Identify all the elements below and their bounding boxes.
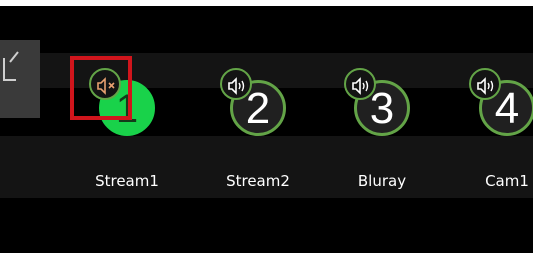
- audio-toggle-button[interactable]: [220, 68, 252, 100]
- source-tile-stream2[interactable]: 2 Stream2: [198, 54, 318, 194]
- top-edge-bar: [0, 0, 533, 6]
- speaker-icon: [477, 77, 494, 95]
- left-edge-button[interactable]: [0, 40, 40, 118]
- highlight-box: [70, 56, 132, 120]
- source-label: Bluray: [357, 172, 407, 190]
- speaker-icon: [352, 77, 369, 95]
- audio-toggle-button[interactable]: [469, 68, 501, 100]
- edge-glyph-icon: [3, 51, 19, 81]
- audio-toggle-button[interactable]: [344, 68, 376, 100]
- source-tile-cam1[interactable]: 4 Cam1: [447, 54, 533, 194]
- source-label: Stream2: [226, 172, 290, 190]
- speaker-icon: [228, 77, 245, 95]
- source-label: Cam1: [485, 172, 529, 190]
- source-label: Stream1: [95, 172, 159, 190]
- source-tile-bluray[interactable]: 3 Bluray: [322, 54, 442, 194]
